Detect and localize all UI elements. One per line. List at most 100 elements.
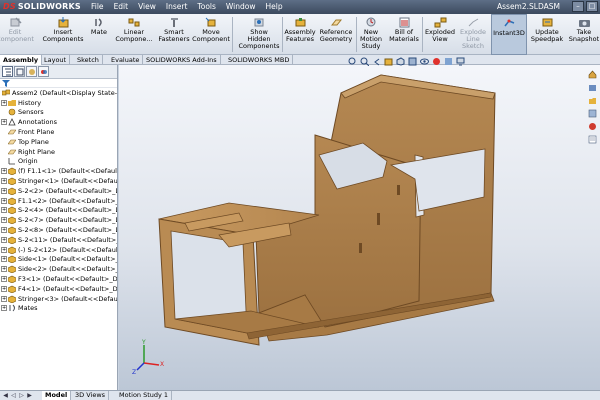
next-tab-button[interactable]: ▷ <box>18 392 25 399</box>
menu-file[interactable]: File <box>86 0 109 14</box>
maximize-button[interactable]: □ <box>586 1 598 12</box>
show-hidden-components-button[interactable]: Show Hidden Components <box>238 14 280 55</box>
tree-item[interactable]: + F4<1> (Default<<Default>_Displ <box>1 284 117 294</box>
expand-toggle[interactable]: + <box>1 246 7 253</box>
expand-toggle[interactable]: + <box>1 197 7 204</box>
zoom-to-area-button[interactable] <box>360 57 369 66</box>
expand-toggle[interactable]: + <box>1 256 7 263</box>
assembly-features-button[interactable]: Assembly Features <box>284 14 316 55</box>
previous-view-button[interactable] <box>372 57 381 66</box>
prev-tab-button[interactable]: ◁ <box>10 392 17 399</box>
tab-evaluate[interactable]: Evaluate <box>108 55 144 65</box>
menu-tools[interactable]: Tools <box>192 0 220 14</box>
tree-item[interactable]: + Stringer<1> (Default<<Default>_D <box>1 176 117 186</box>
hide-show-items-button[interactable] <box>420 57 429 66</box>
tree-item[interactable]: + Annotations <box>1 117 117 127</box>
tree-root[interactable]: Assem2 (Default<Display State-1>) <box>1 88 117 98</box>
appearances-tab[interactable] <box>588 122 597 131</box>
expand-toggle[interactable]: + <box>1 187 7 194</box>
exploded-view-button[interactable]: Exploded View <box>424 14 456 55</box>
expand-toggle[interactable]: + <box>1 168 7 175</box>
expand-toggle[interactable]: + <box>1 99 7 106</box>
display-manager-tab[interactable] <box>38 66 49 77</box>
menu-insert[interactable]: Insert <box>161 0 193 14</box>
resources-tab[interactable] <box>588 70 597 79</box>
tab-sketch[interactable]: Sketch <box>74 55 103 65</box>
menu-edit[interactable]: Edit <box>109 0 134 14</box>
tree-item[interactable]: + Side<2> (Default<<Default>_Displ <box>1 264 117 274</box>
tree-item[interactable]: + (f) F1.1<1> (Default<<Default>_D <box>1 166 117 176</box>
expand-toggle[interactable]: + <box>1 295 7 302</box>
tree-item[interactable]: Right Plane <box>1 147 117 157</box>
minimize-button[interactable]: – <box>572 1 584 12</box>
tree-item[interactable]: Origin <box>1 157 117 167</box>
expand-toggle[interactable]: + <box>1 276 7 283</box>
tree-item[interactable]: + Side<1> (Default<<Default>_Displ <box>1 255 117 265</box>
tab-assembly[interactable]: Assembly <box>0 55 43 65</box>
view-palette-tab[interactable] <box>588 109 597 118</box>
edit-component-button[interactable]: Edit Component <box>0 14 34 55</box>
configuration-manager-tab[interactable] <box>26 66 37 77</box>
display-style-button[interactable] <box>408 57 417 66</box>
tree-item[interactable]: + (-) S-2<12> (Default<<Default>_D <box>1 245 117 255</box>
feature-tree-tab[interactable] <box>2 66 13 77</box>
expand-toggle[interactable]: + <box>1 305 7 312</box>
section-view-button[interactable] <box>384 57 393 66</box>
expand-toggle[interactable]: + <box>1 217 7 224</box>
tree-item[interactable]: Top Plane <box>1 137 117 147</box>
update-speedpak-button[interactable]: Update Speedpak <box>530 14 564 55</box>
tree-item[interactable]: + S-2<2> (Default<<Default>_Displ <box>1 186 117 196</box>
expand-toggle[interactable]: + <box>1 266 7 273</box>
expand-toggle[interactable]: + <box>1 178 7 185</box>
tab-solidworks-add-ins[interactable]: SOLIDWORKS Add-Ins <box>143 55 221 65</box>
tree-item[interactable]: + History <box>1 98 117 108</box>
view-orientation-button[interactable] <box>396 56 405 66</box>
graphics-area[interactable]: Y X Z <box>119 65 600 390</box>
tree-item[interactable]: Sensors <box>1 108 117 118</box>
tab-solidworks-mbd[interactable]: SOLIDWORKS MBD <box>225 55 294 65</box>
view-settings-button[interactable] <box>456 57 465 66</box>
tree-item[interactable]: + F3<1> (Default<<Default>_Displ <box>1 274 117 284</box>
apply-scene-button[interactable] <box>444 57 453 66</box>
menu-view[interactable]: View <box>133 0 161 14</box>
menu-window[interactable]: Window <box>221 0 261 14</box>
expand-toggle[interactable]: + <box>1 207 7 214</box>
expand-toggle[interactable]: + <box>1 227 7 234</box>
move-component-button[interactable]: Move Component <box>192 14 230 55</box>
tree-item[interactable]: Front Plane <box>1 127 117 137</box>
tree-item[interactable]: + S-2<4> (Default<<Default>_Displ <box>1 206 117 216</box>
mate-button[interactable]: Mate <box>89 14 109 55</box>
tree-item[interactable]: + S-2<7> (Default<<Default>_Displ <box>1 215 117 225</box>
tree-item[interactable]: + S-2<8> (Default<<Default>_Displ <box>1 225 117 235</box>
last-tab-button[interactable]: ▶ <box>26 392 33 399</box>
tree-item[interactable]: + S-2<11> (Default<<Default>_Disp <box>1 235 117 245</box>
take-snapshot-button[interactable]: Take Snapshot <box>568 14 600 55</box>
first-tab-button[interactable]: ◀ <box>2 392 9 399</box>
tab-3d-views[interactable]: 3D Views <box>72 391 110 400</box>
linear-component-pattern-button[interactable]: Linear Compone... <box>115 14 153 55</box>
tree-item[interactable]: + Mates <box>1 304 117 314</box>
tree-filter[interactable] <box>0 79 117 88</box>
tab-layout[interactable]: Layout <box>41 55 71 65</box>
expand-toggle[interactable]: + <box>1 236 7 243</box>
tree-item[interactable]: + Stringer<3> (Default<<Default>_D <box>1 294 117 304</box>
property-manager-tab[interactable] <box>14 66 25 77</box>
expand-toggle[interactable]: + <box>1 119 7 126</box>
edit-appearance-button[interactable] <box>432 57 441 66</box>
bill-of-materials-button[interactable]: Bill of Materials <box>388 14 420 55</box>
tree-item[interactable]: + F1.1<2> (Default<<Default>_Displ <box>1 196 117 206</box>
tab-motion-study-1[interactable]: Motion Study 1 <box>116 391 173 400</box>
custom-properties-tab[interactable] <box>588 135 597 144</box>
smart-fasteners-button[interactable]: Smart Fasteners <box>158 14 190 55</box>
expand-toggle[interactable]: + <box>1 285 7 292</box>
reference-geometry-button[interactable]: Reference Geometry <box>318 14 354 55</box>
instant3d-button[interactable]: Instant3D <box>491 14 527 55</box>
zoom-to-fit-button[interactable] <box>348 57 357 66</box>
insert-components-button[interactable]: Insert Components <box>42 14 84 55</box>
new-motion-study-button[interactable]: New Motion Study <box>358 14 384 55</box>
tab-model[interactable]: Model <box>42 391 72 400</box>
design-library-tab[interactable] <box>588 83 597 92</box>
explode-line-sketch-button[interactable]: Explode Line Sketch <box>457 14 489 55</box>
file-explorer-tab[interactable] <box>588 96 597 105</box>
menu-help[interactable]: Help <box>260 0 287 14</box>
